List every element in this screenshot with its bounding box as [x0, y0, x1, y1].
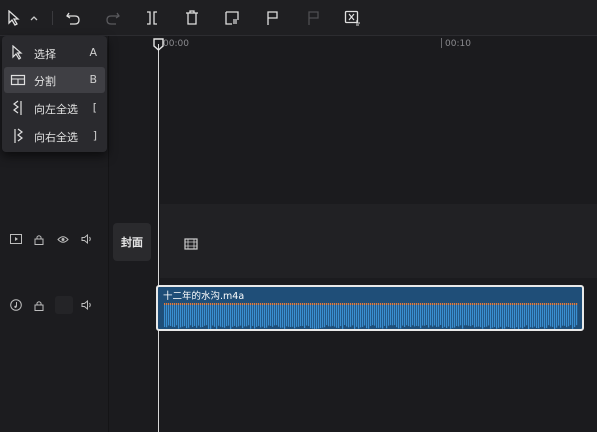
cover-button[interactable]: 封面: [113, 223, 151, 261]
menu-item-label: 选择: [34, 48, 56, 61]
split-icon[interactable]: [142, 8, 162, 28]
cover-label: 封面: [121, 236, 143, 249]
toolbar-separator: [52, 11, 53, 25]
menu-item-label: 分割: [34, 75, 56, 88]
tool-dropdown-menu: 选择 A 分割 B 向左全选 [ 向右全选 ]: [2, 36, 107, 152]
marker-disabled-icon[interactable]: [303, 8, 323, 28]
menu-item-label: 向右全选: [34, 131, 78, 144]
delete-icon[interactable]: [182, 8, 202, 28]
split-tool-icon: [10, 72, 26, 88]
undo-icon[interactable]: [63, 8, 83, 28]
select-cursor-icon[interactable]: [4, 8, 24, 28]
menu-item-split[interactable]: 分割 B: [4, 67, 105, 93]
menu-item-shortcut: A: [89, 46, 97, 59]
toolbar: [0, 0, 597, 36]
volume-icon[interactable]: [79, 231, 95, 247]
menu-item-label: 向左全选: [34, 103, 78, 116]
lock-icon[interactable]: [31, 231, 47, 247]
ruler-major-tick: [441, 38, 442, 48]
menu-item-shortcut: ]: [92, 129, 97, 142]
volume-icon[interactable]: [79, 297, 95, 313]
redo-icon[interactable]: [103, 8, 123, 28]
cursor-icon: [10, 44, 26, 61]
hidden-toggle-placeholder: [55, 296, 73, 314]
freeze-frame-icon[interactable]: [222, 8, 242, 28]
time-ruler[interactable]: 00:00 00:10: [109, 36, 597, 52]
eye-icon[interactable]: [55, 231, 71, 247]
menu-item-select-left[interactable]: 向左全选 [: [4, 95, 105, 121]
video-track-lane[interactable]: [160, 204, 597, 278]
music-icon: [8, 297, 24, 313]
marker-icon[interactable]: [262, 8, 282, 28]
menu-item-shortcut: B: [89, 73, 97, 86]
select-left-icon: [10, 100, 26, 116]
audio-extract-icon[interactable]: [342, 8, 364, 28]
lock-icon[interactable]: [31, 297, 47, 313]
menu-item-select[interactable]: 选择 A: [4, 40, 105, 66]
select-right-icon: [10, 128, 26, 144]
playhead-line[interactable]: [158, 44, 159, 432]
ruler-tick-label: 00:10: [445, 39, 471, 49]
ruler-tick-label: 00:00: [163, 39, 189, 49]
menu-item-select-right[interactable]: 向右全选 ]: [4, 123, 105, 149]
video-track-icon: [8, 231, 24, 247]
playhead-handle[interactable]: [153, 36, 164, 51]
chevron-up-icon[interactable]: [26, 8, 42, 28]
menu-item-shortcut: [: [92, 101, 97, 114]
audio-clip[interactable]: 十二年的水沟.m4a: [156, 285, 584, 331]
audio-waveform: [164, 303, 578, 329]
column-divider: [108, 36, 109, 432]
film-icon: [184, 235, 198, 254]
